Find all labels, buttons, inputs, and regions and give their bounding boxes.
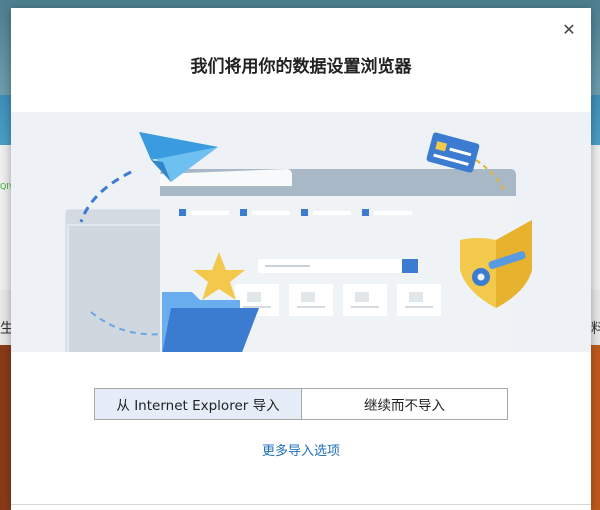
close-icon[interactable]: ✕ [561, 22, 577, 38]
import-choice-group: 从 Internet Explorer 导入 继续而不导入 [94, 388, 508, 420]
dialog-title: 我们将用你的数据设置浏览器 [190, 57, 412, 77]
import-from-ie-button[interactable]: 从 Internet Explorer 导入 [95, 389, 302, 419]
divider [11, 504, 591, 505]
continue-without-import-button[interactable]: 继续而不导入 [302, 389, 507, 419]
browser-import-illustration [65, 132, 532, 352]
more-import-options-link[interactable]: 更多导入选项 [11, 440, 591, 459]
credit-card-icon [426, 132, 480, 173]
background-text: 料 [591, 321, 600, 337]
import-data-dialog: ✕ 我们将用你的数据设置浏览器 从 Internet Explorer 导入 继… [11, 8, 591, 510]
illustration [11, 112, 591, 352]
